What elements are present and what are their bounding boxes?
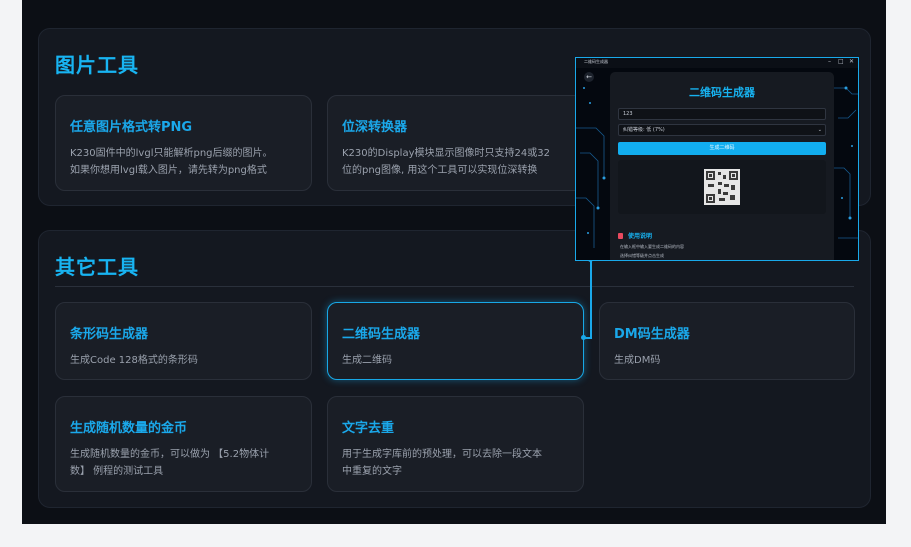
arrow-left-icon[interactable]: ← xyxy=(584,72,594,82)
select-value: 纠错等级: 低 (7%) xyxy=(623,127,665,133)
tool-card-qrcode[interactable]: 二维码生成器 生成二维码 xyxy=(327,302,584,380)
other-tools-title: 其它工具 xyxy=(55,255,139,279)
card-desc-line: 数】 例程的测试工具 xyxy=(70,466,164,477)
card-title: 文字去重 xyxy=(342,421,395,436)
card-desc-line: 生成二维码 xyxy=(342,355,392,366)
document-icon xyxy=(618,233,623,239)
card-desc-line: 位的png图像, 用这个工具可以实现位深转换 xyxy=(342,165,538,176)
error-level-select[interactable]: 纠错等级: 低 (7%) ⌄ xyxy=(618,124,826,136)
chevron-down-icon: ⌄ xyxy=(817,127,822,133)
qrcode-output-area xyxy=(618,160,826,214)
card-desc-line: K230的Display模块显示图像时只支持24或32 xyxy=(342,148,550,159)
help-item: 在输入框中输入要生成二维码的内容 xyxy=(620,244,684,249)
content-input[interactable]: 123 xyxy=(618,108,826,120)
tool-card-png-converter[interactable]: 任意图片格式转PNG K230固件中的lvgl只能解析png后缀的图片。 如果你… xyxy=(55,95,312,191)
preview-window-title: 二维码生成器 xyxy=(584,59,608,64)
card-title: DM码生成器 xyxy=(614,327,690,342)
minimize-icon[interactable]: – xyxy=(828,58,831,65)
card-desc-line: 生成Code 128格式的条形码 xyxy=(70,355,198,366)
close-icon[interactable]: ✕ xyxy=(849,58,854,65)
card-desc-line: 中重复的文字 xyxy=(342,466,402,477)
help-title: 使用说明 xyxy=(618,231,652,240)
other-tools-panel: 其它工具 条形码生成器 生成Code 128格式的条形码 二维码生成器 生成二维… xyxy=(38,230,871,508)
card-desc-line: 生成DM码 xyxy=(614,355,661,366)
card-desc-line: K230固件中的lvgl只能解析png后缀的图片。 xyxy=(70,148,273,159)
generate-button[interactable]: 生成二维码 xyxy=(618,142,826,155)
card-desc-line: 生成随机数量的金币，可以做为 【5.2物体计 xyxy=(70,449,270,460)
card-title: 二维码生成器 xyxy=(342,327,421,342)
qrcode-generator-dialog: 二维码生成器 123 纠错等级: 低 (7%) ⌄ 生成二维码 使用说明 在输入… xyxy=(610,72,834,260)
card-desc-line: 如果你想用lvgl载入图片，请先转为png格式 xyxy=(70,165,267,176)
card-title: 条形码生成器 xyxy=(70,327,149,342)
help-title-text: 使用说明 xyxy=(628,233,653,240)
qrcode-preview-window: 二维码生成器 – □ ✕ ← 二维码生成器 123 纠错等级: 低 (7%) ⌄… xyxy=(575,57,859,261)
tool-card-text-dedupe[interactable]: 文字去重 用于生成字库前的预处理，可以去除一段文本 中重复的文字 xyxy=(327,396,584,492)
connector-dot xyxy=(581,335,586,340)
card-title: 位深转换器 xyxy=(342,120,408,135)
tool-card-barcode[interactable]: 条形码生成器 生成Code 128格式的条形码 xyxy=(55,302,312,380)
tool-card-bitdepth-converter[interactable]: 位深转换器 K230的Display模块显示图像时只支持24或32 位的png图… xyxy=(327,95,584,191)
maximize-icon[interactable]: □ xyxy=(838,58,844,65)
card-desc-line: 用于生成字库前的预处理，可以去除一段文本 xyxy=(342,449,542,460)
section-divider xyxy=(55,286,854,287)
qrcode-image xyxy=(704,169,740,205)
help-item: 选择纠错等级并点击生成 xyxy=(620,253,664,258)
tool-card-dmcode[interactable]: DM码生成器 生成DM码 xyxy=(599,302,855,380)
image-tools-title: 图片工具 xyxy=(55,53,139,77)
tool-card-random-coins[interactable]: 生成随机数量的金币 生成随机数量的金币，可以做为 【5.2物体计 数】 例程的测… xyxy=(55,396,312,492)
card-title: 任意图片格式转PNG xyxy=(70,120,193,135)
preview-connector-line xyxy=(590,260,592,338)
card-title: 生成随机数量的金币 xyxy=(70,421,188,436)
preview-titlebar: 二维码生成器 – □ ✕ xyxy=(576,58,858,68)
dialog-heading: 二维码生成器 xyxy=(689,86,755,99)
